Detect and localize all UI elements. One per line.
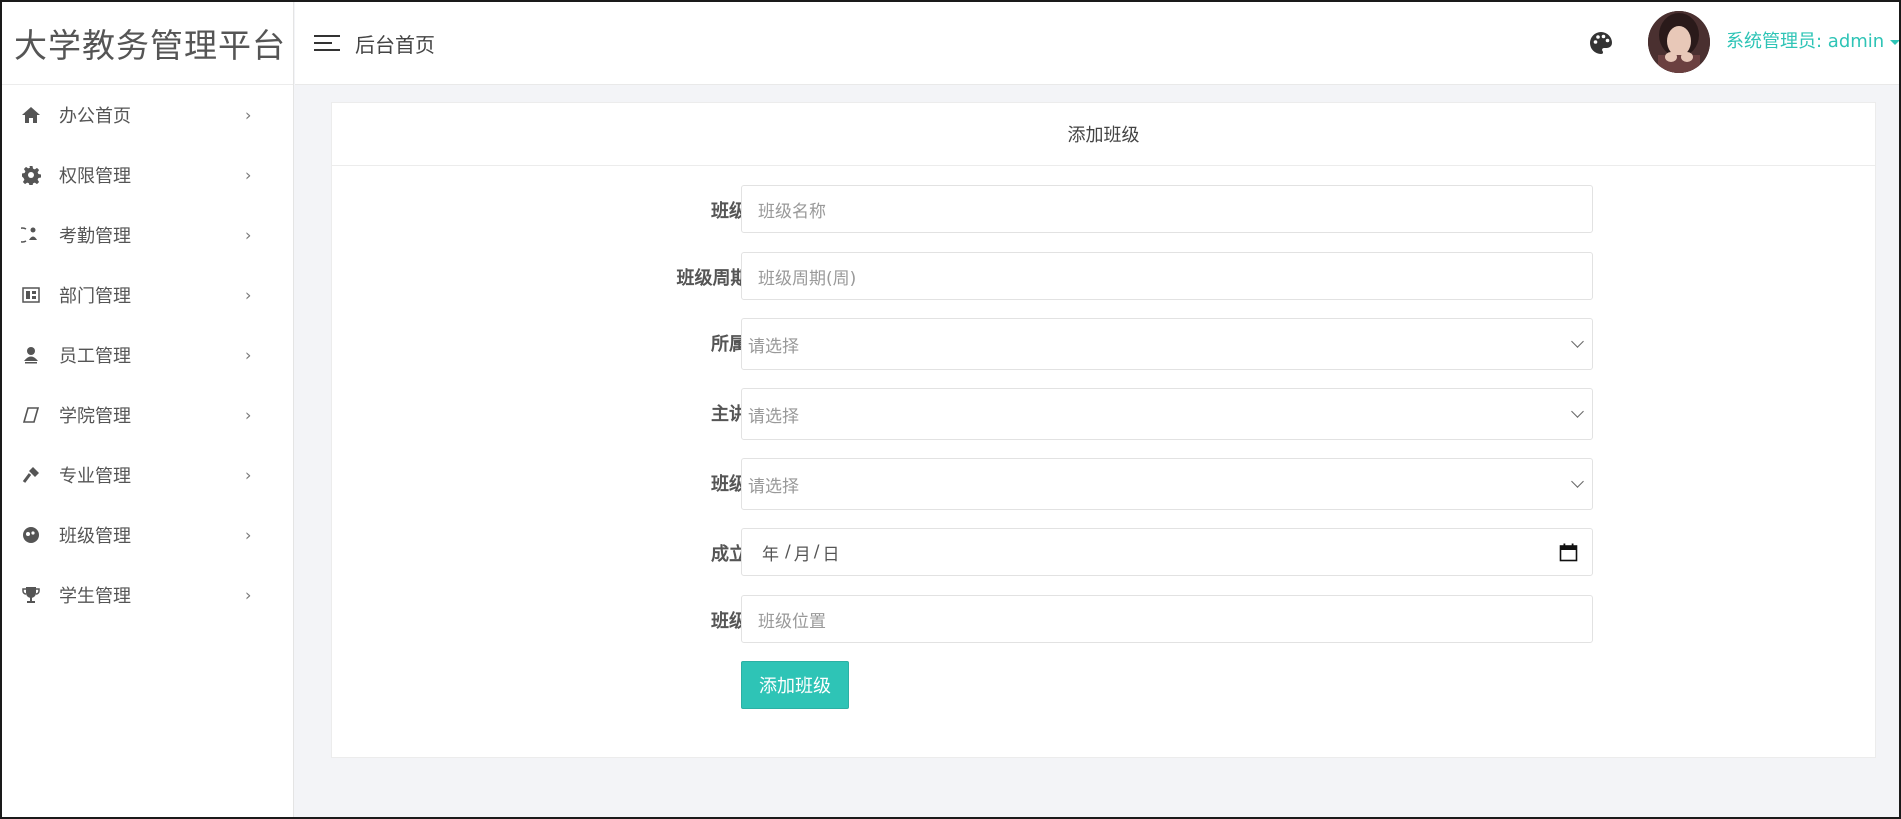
class-name-input[interactable]: 班级名称 — [741, 185, 1593, 233]
date-month: 月 — [793, 544, 811, 565]
avatar[interactable] — [1648, 11, 1710, 73]
chevron-right-icon: › — [245, 585, 252, 605]
date-day: 日 — [822, 544, 840, 565]
sidebar-item-label: 学生管理 — [59, 586, 131, 607]
sidebar-item-major[interactable]: 专业管理 › — [2, 445, 293, 505]
chevron-right-icon: › — [245, 345, 252, 365]
chevron-down-icon — [1571, 405, 1584, 418]
location-input[interactable]: 班级位置 — [741, 595, 1593, 643]
major-selected-value: 请选择 — [748, 336, 799, 357]
class-icon — [20, 524, 42, 546]
user-icon — [20, 344, 42, 366]
sidebar-item-class[interactable]: 班级管理 › — [2, 505, 293, 565]
chevron-right-icon: › — [245, 285, 252, 305]
chevron-right-icon: › — [245, 225, 252, 245]
sidebar-item-student[interactable]: 学生管理 › — [2, 565, 293, 625]
sidebar-item-label: 考勤管理 — [59, 226, 131, 247]
sidebar-item-label: 员工管理 — [59, 346, 131, 367]
sidebar-item-label: 专业管理 — [59, 466, 131, 487]
palette-icon[interactable] — [1588, 30, 1614, 56]
add-class-button[interactable]: 添加班级 — [741, 661, 849, 709]
menu-toggle-icon[interactable] — [314, 33, 340, 53]
sidebar-item-label: 权限管理 — [59, 166, 131, 187]
sidebar-item-permissions[interactable]: 权限管理 › — [2, 145, 293, 205]
counselor-selected-value: 请选择 — [748, 476, 799, 497]
gear-icon — [20, 164, 42, 186]
chevron-right-icon: › — [245, 105, 252, 125]
chevron-right-icon: › — [245, 405, 252, 425]
chevron-down-icon — [1571, 475, 1584, 488]
sidebar-item-label: 部门管理 — [59, 286, 131, 307]
date-separator: / — [813, 542, 820, 562]
user-menu[interactable]: 系统管理员: admin — [1726, 27, 1901, 53]
add-class-card: 添加班级 班级名称 班级名称 班级周期(周) 班级周期(周) 所属专业 请选择 … — [331, 102, 1876, 758]
teacher-selected-value: 请选择 — [748, 406, 799, 427]
sidebar-item-label: 班级管理 — [59, 526, 131, 547]
sidebar-item-office-home[interactable]: 办公首页 › — [2, 85, 293, 145]
department-icon — [20, 284, 42, 306]
college-icon — [20, 404, 42, 426]
date-separator: / — [785, 542, 791, 562]
teacher-select[interactable]: 请选择 — [741, 388, 1593, 440]
sidebar-item-label: 办公首页 — [59, 106, 131, 127]
founded-date-input[interactable]: 年 / 月 / 日 — [741, 528, 1593, 576]
top-header: 后台首页 系统管理员: admin — [295, 2, 1901, 85]
sidebar-item-college[interactable]: 学院管理 › — [2, 385, 293, 445]
sidebar-item-staff[interactable]: 员工管理 › — [2, 325, 293, 385]
home-icon — [20, 104, 42, 126]
sidebar-menu: 办公首页 › 权限管理 › 考勤管理 › 部门管理 › 员工管理 › 学院管理 … — [2, 85, 293, 625]
user-name: 系统管理员: admin — [1726, 31, 1885, 52]
class-period-input[interactable]: 班级周期(周) — [741, 252, 1593, 300]
sidebar-item-attendance[interactable]: 考勤管理 › — [2, 205, 293, 265]
caret-down-icon — [1890, 39, 1901, 45]
date-year: 年 — [762, 544, 779, 565]
page-title: 后台首页 — [355, 33, 435, 57]
chevron-right-icon: › — [245, 165, 252, 185]
attendance-icon — [20, 224, 42, 246]
app-title: 大学教务管理平台 — [2, 2, 293, 85]
calendar-icon[interactable] — [1559, 543, 1578, 562]
sidebar-item-department[interactable]: 部门管理 › — [2, 265, 293, 325]
chevron-right-icon: › — [245, 525, 252, 545]
chevron-down-icon — [1571, 335, 1584, 348]
card-title: 添加班级 — [332, 103, 1875, 166]
sidebar-item-label: 学院管理 — [59, 406, 131, 427]
major-icon — [20, 464, 42, 486]
major-select[interactable]: 请选择 — [741, 318, 1593, 370]
counselor-select[interactable]: 请选择 — [741, 458, 1593, 510]
trophy-icon — [20, 584, 42, 606]
chevron-right-icon: › — [245, 465, 252, 485]
sidebar: 大学教务管理平台 办公首页 › 权限管理 › 考勤管理 › 部门管理 › 员工管… — [2, 2, 294, 817]
